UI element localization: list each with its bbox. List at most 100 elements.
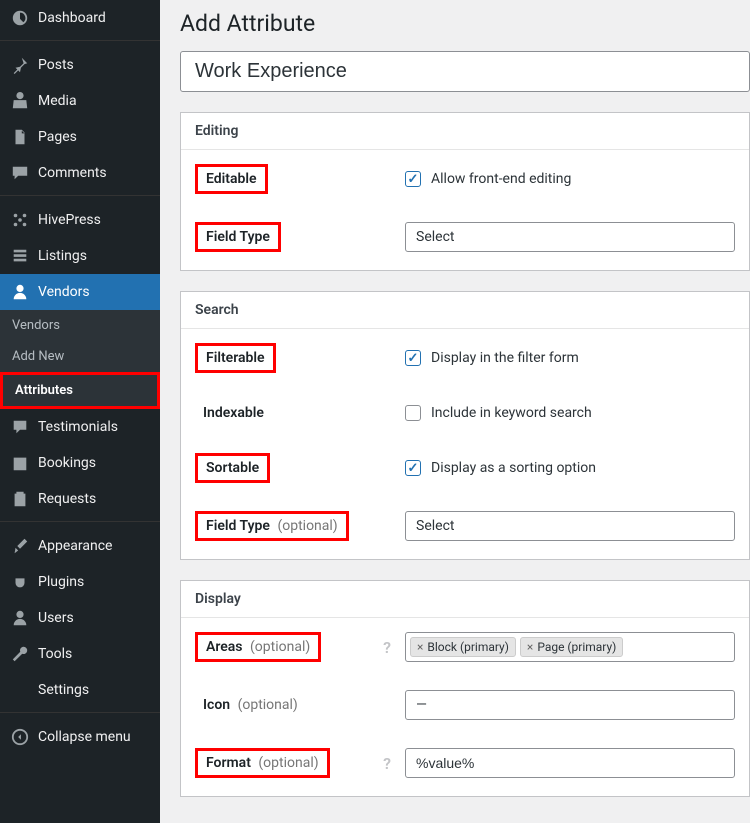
label-areas: Areas (optional) <box>195 632 321 662</box>
sidebar-item-vendors[interactable]: Vendors <box>0 274 160 310</box>
help-icon[interactable]: ? <box>383 638 391 657</box>
checkbox-editable[interactable] <box>405 171 421 187</box>
sidebar-item-tools[interactable]: Tools <box>0 636 160 672</box>
label-editable: Editable <box>195 164 268 194</box>
testimonial-icon <box>10 417 30 437</box>
row-indexable: Indexable Include in keyword search <box>195 401 735 425</box>
dashboard-icon <box>10 8 30 28</box>
row-search-field-type: Field Type (optional) Select <box>195 511 735 541</box>
tag-area[interactable]: ×Block (primary) <box>410 637 516 657</box>
sidebar-item-label: Posts <box>38 57 74 73</box>
remove-tag-icon[interactable]: × <box>527 640 533 654</box>
sidebar-item-label: Comments <box>38 165 107 181</box>
sidebar-item-label: HivePress <box>38 212 101 228</box>
sidebar-separator <box>0 36 160 41</box>
sidebar-item-pages[interactable]: Pages <box>0 119 160 155</box>
admin-sidebar: Dashboard Posts Media Pages Comments Hiv… <box>0 0 160 823</box>
sidebar-item-label: Tools <box>38 646 72 662</box>
collapse-icon <box>10 727 30 747</box>
checkbox-label[interactable]: Include in keyword search <box>431 405 592 421</box>
brush-icon <box>10 536 30 556</box>
sidebar-item-label: Plugins <box>38 574 84 590</box>
label-icon: Icon (optional) <box>195 693 306 717</box>
sidebar-item-label: Settings <box>38 682 89 698</box>
select-icon[interactable]: — <box>405 690 735 720</box>
section-search: Search Filterable Display in the filter … <box>180 291 750 560</box>
section-header: Search <box>181 292 749 329</box>
sidebar-item-label: Dashboard <box>38 10 106 26</box>
sidebar-item-label: Vendors <box>38 284 90 300</box>
hivepress-icon <box>10 210 30 230</box>
sidebar-item-hivepress[interactable]: HivePress <box>0 202 160 238</box>
row-editable: Editable Allow front-end editing <box>195 164 735 194</box>
sidebar-item-label: Pages <box>38 129 77 145</box>
checkbox-sortable[interactable] <box>405 460 421 476</box>
sidebar-item-label: Listings <box>38 248 87 264</box>
subitem-attributes[interactable]: Attributes <box>0 372 160 409</box>
label-field-type: Field Type <box>195 222 281 252</box>
sidebar-item-testimonials[interactable]: Testimonials <box>0 409 160 445</box>
sidebar-item-comments[interactable]: Comments <box>0 155 160 191</box>
page-title: Add Attribute <box>180 0 750 51</box>
label-indexable: Indexable <box>195 401 272 425</box>
plug-icon <box>10 572 30 592</box>
media-icon <box>10 91 30 111</box>
label-filterable: Filterable <box>195 343 276 373</box>
calendar-icon <box>10 453 30 473</box>
sidebar-item-bookings[interactable]: Bookings <box>0 445 160 481</box>
subitem-add-new[interactable]: Add New <box>0 341 160 372</box>
sidebar-item-label: Bookings <box>38 455 96 471</box>
section-header: Editing <box>181 113 749 150</box>
sidebar-item-users[interactable]: Users <box>0 600 160 636</box>
list-icon <box>10 246 30 266</box>
checkbox-filterable[interactable] <box>405 350 421 366</box>
label-format: Format (optional) <box>195 748 330 778</box>
sidebar-collapse[interactable]: Collapse menu <box>0 719 160 755</box>
label-sortable: Sortable <box>195 453 270 483</box>
format-input[interactable] <box>405 748 735 778</box>
sidebar-item-label: Media <box>38 93 77 109</box>
checkbox-label[interactable]: Display in the filter form <box>431 350 579 366</box>
checkbox-label[interactable]: Display as a sorting option <box>431 460 596 476</box>
select-search-field-type[interactable]: Select <box>405 511 735 541</box>
sidebar-item-label: Requests <box>38 491 96 507</box>
row-icon: Icon (optional) — <box>195 690 735 720</box>
row-field-type: Field Type Select <box>195 222 735 252</box>
sidebar-item-label: Users <box>38 610 74 626</box>
subitem-vendors[interactable]: Vendors <box>0 310 160 341</box>
section-display: Display Areas (optional) ? ×Block (prima… <box>180 580 750 797</box>
help-icon[interactable]: ? <box>383 754 391 773</box>
sidebar-submenu: Vendors Add New Attributes <box>0 310 160 409</box>
sidebar-item-plugins[interactable]: Plugins <box>0 564 160 600</box>
checkbox-label[interactable]: Allow front-end editing <box>431 171 571 187</box>
remove-tag-icon[interactable]: × <box>417 640 423 654</box>
sidebar-item-appearance[interactable]: Appearance <box>0 528 160 564</box>
user-icon <box>10 608 30 628</box>
user-icon <box>10 282 30 302</box>
label-search-field-type: Field Type (optional) <box>195 511 349 541</box>
sidebar-item-label: Appearance <box>38 538 112 554</box>
sidebar-item-posts[interactable]: Posts <box>0 47 160 83</box>
sidebar-item-dashboard[interactable]: Dashboard <box>0 0 160 36</box>
sidebar-item-requests[interactable]: Requests <box>0 481 160 517</box>
checkbox-indexable[interactable] <box>405 405 421 421</box>
pin-icon <box>10 55 30 75</box>
main-content: Add Attribute Editing Editable Allow fro… <box>160 0 750 823</box>
tag-area[interactable]: ×Page (primary) <box>520 637 623 657</box>
areas-tagbox[interactable]: ×Block (primary) ×Page (primary) <box>405 632 735 662</box>
sidebar-item-listings[interactable]: Listings <box>0 238 160 274</box>
sidebar-separator <box>0 191 160 196</box>
comment-icon <box>10 163 30 183</box>
section-header: Display <box>181 581 749 618</box>
clipboard-icon <box>10 489 30 509</box>
sliders-icon <box>10 680 30 700</box>
sidebar-item-label: Testimonials <box>38 419 118 435</box>
row-format: Format (optional) ? <box>195 748 735 778</box>
page-icon <box>10 127 30 147</box>
row-areas: Areas (optional) ? ×Block (primary) ×Pag… <box>195 632 735 662</box>
select-field-type[interactable]: Select <box>405 222 735 252</box>
sidebar-collapse-label: Collapse menu <box>38 729 131 745</box>
sidebar-item-settings[interactable]: Settings <box>0 672 160 708</box>
attribute-title-input[interactable] <box>180 51 750 92</box>
sidebar-item-media[interactable]: Media <box>0 83 160 119</box>
